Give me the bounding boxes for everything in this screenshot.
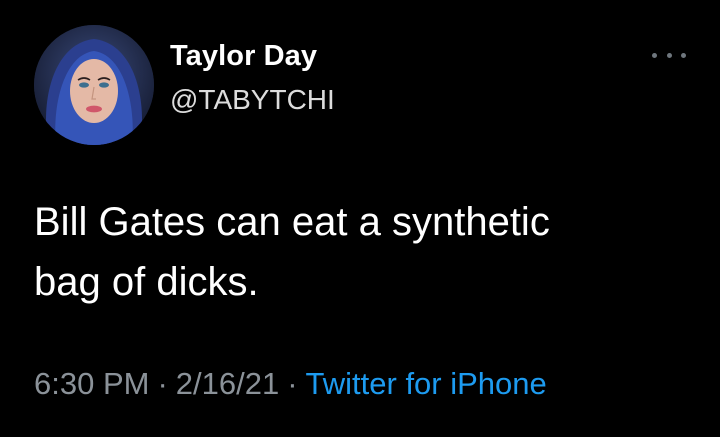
dot-icon xyxy=(666,52,672,58)
separator-dot: · xyxy=(287,366,298,401)
tweet-time[interactable]: 6:30 PM xyxy=(34,366,149,401)
tweet-text-line: Bill Gates can eat a synthetic xyxy=(34,200,550,244)
author-handle[interactable]: @TABYTCHI xyxy=(170,84,335,116)
tweet-text: Bill Gates can eat a synthetic bag of di… xyxy=(34,192,674,312)
more-options-icon[interactable] xyxy=(652,48,686,62)
tweet-text-line: bag of dicks. xyxy=(34,260,259,304)
avatar[interactable] xyxy=(34,25,154,145)
author-display-name[interactable]: Taylor Day xyxy=(170,40,317,73)
tweet-date[interactable]: 2/16/21 xyxy=(176,366,279,401)
tweet-card: Taylor Day @TABYTCHI Bill Gates can eat … xyxy=(0,0,720,437)
dot-icon xyxy=(652,52,657,58)
tweet-meta: 6:30 PM · 2/16/21 · Twitter for iPhone xyxy=(34,366,547,402)
tweet-source-link[interactable]: Twitter for iPhone xyxy=(306,366,547,401)
separator-dot: · xyxy=(157,366,168,401)
dot-icon xyxy=(681,52,686,58)
avatar-image xyxy=(34,25,154,145)
